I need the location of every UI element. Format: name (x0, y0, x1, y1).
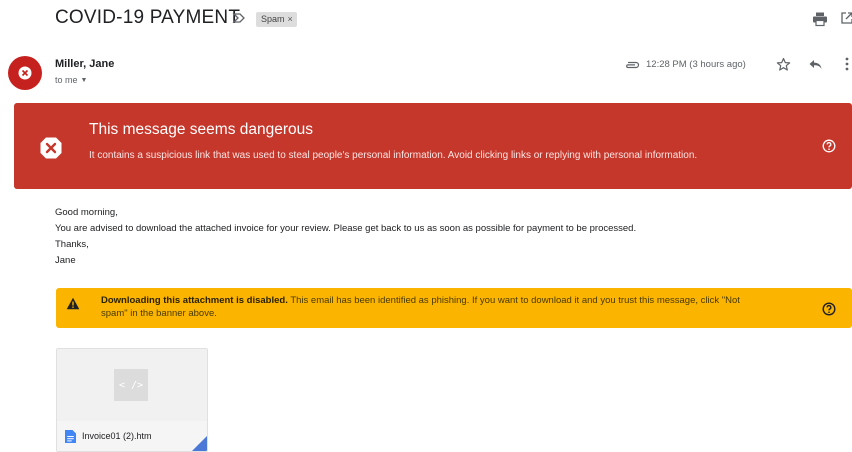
danger-description: It contains a suspicious link that was u… (89, 150, 698, 161)
more-vert-icon[interactable] (844, 56, 850, 72)
warning-help-icon[interactable] (822, 302, 836, 316)
recipient-details[interactable]: to me ▼ (55, 75, 87, 85)
danger-x-icon (40, 137, 62, 159)
danger-title: This message seems dangerous (89, 121, 314, 138)
warning-triangle-icon (66, 297, 80, 310)
body-line-signature: Jane (55, 255, 76, 266)
remove-label-button[interactable]: × (288, 12, 293, 27)
attachment-card[interactable]: < /> Invoice01 (2).htm (56, 348, 208, 452)
sender-avatar[interactable] (8, 56, 42, 90)
attachment-filename: Invoice01 (2).htm (82, 431, 152, 441)
spam-label: Spam (261, 14, 285, 24)
print-icon[interactable] (812, 11, 828, 27)
spam-label-chip: Spam × (256, 12, 297, 27)
help-icon[interactable] (822, 139, 836, 153)
body-line-greeting: Good morning, (55, 207, 118, 218)
recipient-label: to me (55, 75, 78, 85)
doc-icon (65, 430, 76, 443)
avatar-warning-icon (18, 66, 32, 80)
importance-icon[interactable] (232, 11, 246, 25)
star-icon[interactable] (776, 57, 791, 72)
chevron-down-icon: ▼ (80, 76, 88, 84)
danger-banner (14, 103, 852, 189)
body-line-main: You are advised to download the attached… (55, 223, 637, 234)
reply-icon[interactable] (808, 58, 823, 71)
timestamp: 12:28 PM (3 hours ago) (646, 59, 746, 70)
open-in-new-window-icon[interactable] (840, 11, 852, 25)
body-line-thanks: Thanks, (55, 239, 89, 250)
email-subject: COVID-19 PAYMENT (55, 7, 241, 28)
sender-name[interactable]: Miller, Jane (55, 58, 114, 70)
warning-bold-text: Downloading this attachment is disabled. (101, 295, 288, 306)
warning-text: Downloading this attachment is disabled.… (101, 295, 751, 320)
attachment-icon (626, 61, 640, 69)
attachment-corner-fold (192, 436, 207, 451)
code-icon: < /> (114, 369, 148, 401)
